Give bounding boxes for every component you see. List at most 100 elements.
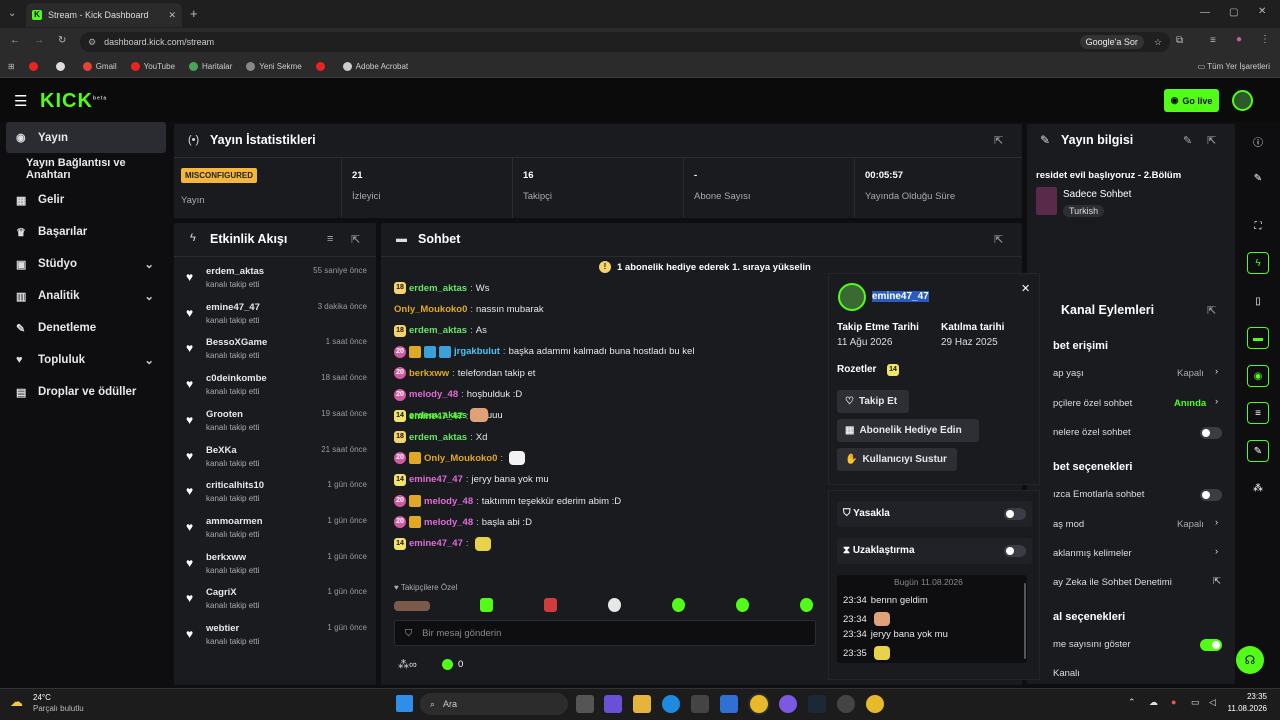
list-item[interactable]: ♥ c0deinkombe 18 saat önce kanalı takip ett… (183, 373, 369, 407)
sidebar-item-yayin[interactable]: ◉ Yayın (6, 122, 166, 153)
lightning-icon[interactable]: ϟ (1247, 252, 1269, 274)
chevron-right-icon[interactable]: › (1215, 366, 1218, 377)
chevron-right-icon[interactable]: › (1215, 546, 1218, 557)
sidebar-item-analitik[interactable]: ▥ Analitik ⌄ (6, 282, 166, 310)
maximize-icon[interactable]: ▢ (1229, 7, 1238, 18)
speaker-icon[interactable]: ◁ (1209, 697, 1216, 708)
chat-username[interactable]: emine47_47 (409, 474, 463, 485)
emote-picker-icon[interactable]: ⁂∞ (398, 658, 417, 671)
external-link-icon[interactable]: ⇱ (1213, 576, 1221, 587)
show-viewer-count-toggle[interactable] (1200, 639, 1222, 651)
puzzle-icon[interactable]: ⁂ (1247, 477, 1269, 499)
weather-icon[interactable]: ☁ (10, 694, 23, 710)
copilot-icon[interactable] (604, 695, 622, 713)
kick-logo[interactable]: KICKbeta (40, 90, 107, 113)
reading-list-icon[interactable]: ≡ (1210, 35, 1216, 46)
windows-start-icon[interactable] (396, 695, 413, 712)
chat-message[interactable]: 20 melody_48: hoşbulduk :D (394, 387, 522, 403)
store-icon[interactable] (691, 695, 709, 713)
task-view-icon[interactable] (576, 695, 594, 713)
display-icon[interactable]: ▭ (1191, 697, 1200, 708)
clock-date[interactable]: 11.08.2026 (1227, 704, 1267, 713)
steam-icon[interactable] (808, 695, 826, 713)
emote-icon[interactable] (470, 408, 488, 422)
bookmark-new-tab[interactable]: Yeni Sekme (246, 62, 302, 71)
emote-icon[interactable] (800, 598, 813, 612)
list-item[interactable]: ♥ CagriX 1 gün önce kanalı takip etti (183, 587, 369, 621)
sidebar-item-droplar[interactable]: ▤ Droplar ve ödüller (6, 378, 166, 406)
sidebar-item-topluluk[interactable]: ♥ Topluluk ⌄ (6, 346, 166, 374)
site-info-icon[interactable]: ⚙ (88, 37, 96, 48)
edit-icon[interactable]: ✎ (1247, 167, 1269, 189)
new-tab-icon[interactable]: + (190, 6, 198, 21)
popout-icon[interactable]: ⇱ (1207, 304, 1216, 317)
wrench-icon[interactable]: ✎ (1247, 440, 1269, 462)
bookmark-maps[interactable]: Haritalar (189, 62, 232, 71)
reload-icon[interactable]: ↻ (58, 35, 66, 46)
chat-username[interactable]: melody_48 (424, 496, 473, 507)
close-icon[interactable]: ✕ (1021, 282, 1030, 295)
sidebar-item-basarilar[interactable]: ♛ Başarılar (6, 218, 166, 246)
chat-input[interactable]: ⛉ Bir mesaj gönderin (394, 620, 816, 646)
emote-icon[interactable] (480, 598, 493, 612)
chat-username[interactable]: erdem_aktas (409, 432, 467, 443)
broadcast-icon[interactable]: ◉ (1247, 365, 1269, 387)
file-explorer-icon[interactable] (633, 695, 651, 713)
list-item[interactable]: ♥ BessoXGame 1 saat önce kanalı takip etti (183, 337, 369, 371)
all-bookmarks-button[interactable]: ▭ Tüm Yer İşaretleri (1198, 62, 1270, 71)
list-item[interactable]: ♥ Grooten 19 saat önce kanalı takip etti (183, 409, 369, 443)
emote-icon[interactable] (608, 598, 621, 612)
chevron-right-icon[interactable]: › (1215, 517, 1218, 528)
network-tray-icon[interactable]: ☁ (1149, 697, 1158, 708)
popout-icon[interactable]: ⇱ (351, 233, 360, 246)
ask-google-button[interactable]: Google'a Sor (1079, 35, 1144, 49)
chat-username[interactable]: emine47_47 (409, 411, 463, 422)
chrome-icon[interactable] (750, 695, 768, 713)
row-value[interactable]: Kapalı (1177, 519, 1204, 530)
chevron-right-icon[interactable]: › (1215, 396, 1218, 407)
back-icon[interactable]: ← (10, 35, 20, 46)
sidebar-item-gelir[interactable]: ▦ Gelir (6, 186, 166, 214)
tab-list-icon[interactable]: ⌄ (8, 8, 16, 19)
emote-icon[interactable] (736, 598, 749, 612)
chat-message[interactable]: 20 melody_48: taktımm teşekkür ederim abim… (394, 493, 621, 509)
chat-message[interactable]: 20 jrgakbulut: başka adammı kalmadı buna h… (394, 344, 694, 360)
bookmark-gmail[interactable]: Gmail (82, 62, 117, 71)
list-item[interactable]: ♥ emine47_47 3 dakika önce kanalı takip ett… (183, 302, 369, 336)
chat-message[interactable]: 20 Only_Moukoko0: (394, 450, 526, 466)
mute-user-button[interactable]: ✋ Kullanıcıyı Sustur (837, 448, 957, 471)
list-item[interactable]: ♥ ammoarmen 1 gün önce kanalı takip etti (183, 516, 369, 550)
obs-icon[interactable] (837, 695, 855, 713)
microphone-icon[interactable]: ● (1171, 697, 1176, 707)
go-live-button[interactable]: ◉ Go live (1164, 89, 1219, 112)
hamburger-menu-icon[interactable]: ☰ (14, 92, 27, 110)
apps-icon[interactable]: ⊞ (8, 62, 15, 71)
emote-icon[interactable] (672, 598, 685, 612)
edit-icon[interactable]: ✎ (1183, 134, 1192, 147)
mail-icon[interactable] (720, 695, 738, 713)
chat-username[interactable]: jrgakbulut (454, 346, 500, 357)
chat-username[interactable]: erdem_aktas (409, 325, 467, 336)
category-name[interactable]: Sadece Sohbet (1063, 189, 1131, 200)
follow-button[interactable]: ♡ Takip Et (837, 390, 909, 413)
fullscreen-icon[interactable]: ⛶ (1247, 215, 1269, 237)
chat-message[interactable]: 20 melody_48: başla abi :D (394, 514, 532, 530)
chat-username[interactable]: melody_48 (424, 517, 473, 528)
discord-icon[interactable] (779, 695, 797, 713)
bookmark-adobe[interactable]: Adobe Acrobat (342, 62, 408, 71)
forward-icon[interactable]: → (34, 35, 44, 46)
bookmark-youtube[interactable]: YouTube (130, 62, 175, 71)
emote-icon[interactable] (394, 601, 430, 611)
subscribers-only-toggle[interactable] (1200, 427, 1222, 439)
profile-icon[interactable]: ● (1236, 34, 1242, 45)
emote-icon[interactable] (509, 451, 526, 466)
chat-message[interactable]: 14 emine47_47: (394, 536, 491, 552)
sidebar-item-denetleme[interactable]: ✎ Denetleme (6, 314, 166, 342)
support-headset-icon[interactable]: ☊ (1236, 646, 1264, 674)
avatar[interactable] (1232, 90, 1253, 111)
popout-icon[interactable]: ⇱ (1207, 134, 1216, 147)
taskbar-search[interactable]: ⌕ Ara (420, 693, 568, 715)
chat-username[interactable]: erdem_aktas (409, 283, 467, 294)
chat-username[interactable]: melody_48 (409, 389, 458, 400)
list-item[interactable]: ♥ criticalhits10 1 gün önce kanalı takip et… (183, 480, 369, 514)
